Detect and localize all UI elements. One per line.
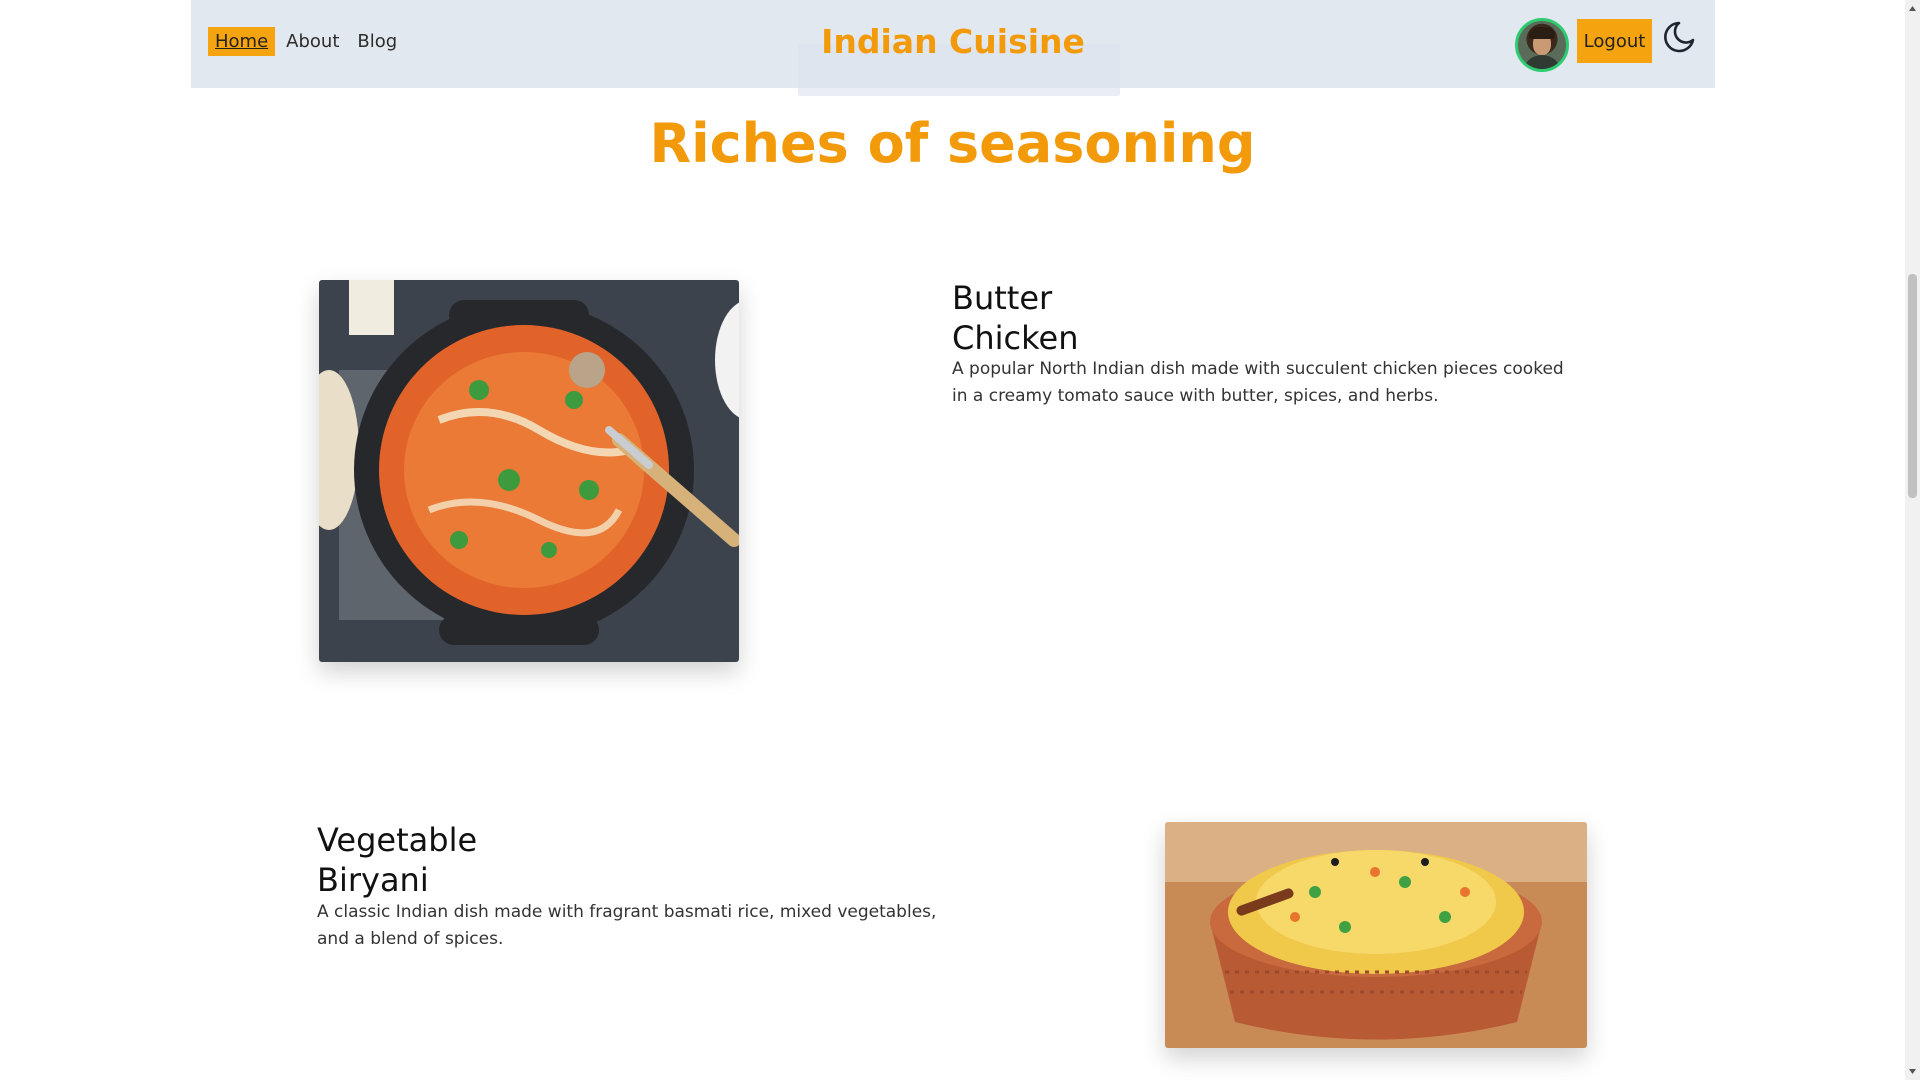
butter-chicken-image bbox=[319, 280, 739, 662]
page-title: Riches of seasoning bbox=[649, 112, 1256, 175]
brand-title[interactable]: Indian Cuisine bbox=[191, 22, 1715, 61]
top-navbar: Home About Blog Indian Cuisine Logout bbox=[191, 0, 1715, 96]
page: Home About Blog Indian Cuisine Logout Ri… bbox=[0, 0, 1920, 1080]
butter-chicken-title: Butter Chicken bbox=[952, 278, 1078, 358]
vertical-scrollbar[interactable] bbox=[1905, 0, 1920, 1080]
dish-title-line: Biryani bbox=[317, 861, 429, 899]
user-avatar[interactable] bbox=[1515, 18, 1569, 72]
scroll-up-arrow-icon[interactable] bbox=[1908, 4, 1917, 13]
vegetable-biryani-title: Vegetable Biryani bbox=[317, 820, 477, 900]
vegetable-biryani-image bbox=[1165, 822, 1587, 1048]
butter-chicken-description: A popular North Indian dish made with su… bbox=[952, 359, 1564, 406]
scroll-down-arrow-icon[interactable] bbox=[1908, 1067, 1917, 1076]
dish-title-line: Vegetable bbox=[317, 821, 478, 859]
dish-title-line: Chicken bbox=[952, 319, 1079, 357]
dish-title-line: Butter bbox=[952, 279, 1053, 317]
vegetable-biryani-description: A classic Indian dish made with fragrant… bbox=[317, 902, 937, 949]
moon-icon[interactable] bbox=[1662, 20, 1696, 54]
scrollbar-thumb[interactable] bbox=[1908, 274, 1917, 498]
logout-button[interactable]: Logout bbox=[1577, 19, 1652, 63]
